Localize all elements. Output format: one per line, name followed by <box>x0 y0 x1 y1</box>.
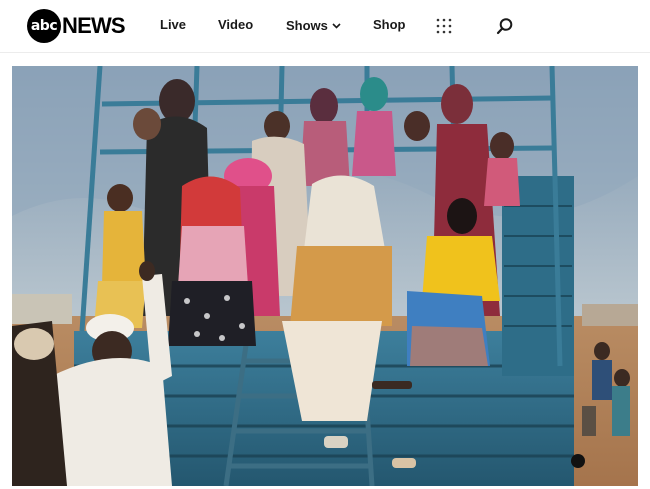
abc-logo-mark: abc <box>27 9 61 43</box>
site-header: abc NEWS Live Video Shows Shop <box>0 0 650 53</box>
distant-tents <box>582 304 638 326</box>
grid-menu-icon[interactable] <box>436 18 452 34</box>
article-hero-photo[interactable] <box>12 66 638 486</box>
news-wordmark: NEWS <box>62 13 126 38</box>
nav-live[interactable]: Live <box>160 17 186 32</box>
people-on-truck-photo <box>12 66 638 486</box>
abc-news-logo[interactable]: abc NEWS <box>27 8 126 44</box>
nav-shows-label: Shows <box>286 18 328 33</box>
nav-video[interactable]: Video <box>218 17 253 32</box>
distant-building <box>12 294 72 324</box>
media-indicator-icon <box>571 454 585 468</box>
search-icon[interactable] <box>496 17 514 35</box>
nav-shows[interactable]: Shows <box>286 17 341 33</box>
chevron-down-icon <box>332 17 341 32</box>
nav-shop[interactable]: Shop <box>373 17 406 32</box>
